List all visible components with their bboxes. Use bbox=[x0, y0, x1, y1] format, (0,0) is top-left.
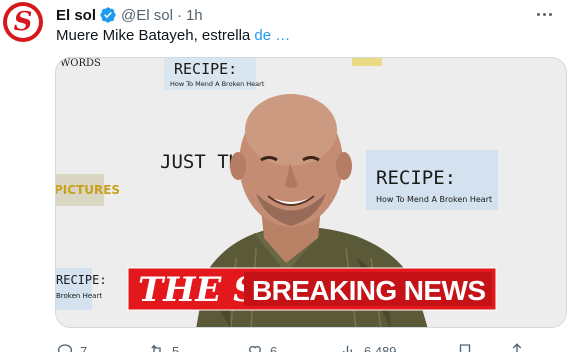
views-button[interactable]: 6.489 bbox=[340, 342, 397, 352]
tweet-actions: 7 5 6 6.489 bbox=[56, 342, 556, 352]
like-count: 6 bbox=[270, 343, 278, 352]
tweet-media-image[interactable]: WORDS RECIPE: How To Mend A Broken Heart… bbox=[55, 57, 567, 328]
bookmark-icon bbox=[459, 344, 471, 352]
backdrop-sign-subtitle-top: How To Mend A Broken Heart bbox=[170, 80, 265, 88]
backdrop-sign-recipe-top: RECIPE: bbox=[174, 60, 237, 78]
heart-icon bbox=[249, 345, 261, 352]
more-dot-icon bbox=[536, 12, 540, 16]
media-photo: WORDS RECIPE: How To Mend A Broken Heart… bbox=[56, 58, 566, 327]
account-handle[interactable]: @El sol bbox=[121, 7, 173, 24]
separator-dot: · bbox=[176, 6, 182, 24]
retweet-button[interactable]: 5 bbox=[148, 342, 179, 352]
reply-button[interactable]: 7 bbox=[56, 342, 87, 352]
tweet-timestamp[interactable]: 1h bbox=[186, 7, 203, 24]
views-count: 6.489 bbox=[364, 343, 397, 352]
backdrop-sign-subtitle-right: How To Mend A Broken Heart bbox=[376, 195, 492, 204]
backdrop-sign-recipe-right: RECIPE: bbox=[376, 167, 456, 189]
more-dot-icon bbox=[548, 12, 552, 16]
tweet-body: Muere Mike Batayeh, estrella bbox=[56, 27, 255, 44]
tweet-link[interactable]: de … bbox=[254, 27, 290, 44]
sun-logo-icon: S bbox=[7, 6, 39, 38]
tweet-text: Muere Mike Batayeh, estrella de … bbox=[56, 27, 290, 44]
more-dot-icon bbox=[542, 12, 546, 16]
account-avatar[interactable]: S bbox=[3, 2, 43, 42]
backdrop-sign-pictures: PICTURES bbox=[56, 183, 120, 197]
backdrop-sign-recipe-bottom: RECIPE: bbox=[56, 273, 107, 287]
more-options-button[interactable] bbox=[533, 3, 555, 25]
backdrop-sign-subtitle-bottom: Broken Heart bbox=[56, 292, 102, 300]
svg-text:WORDS: WORDS bbox=[60, 58, 101, 69]
retweet-count: 5 bbox=[172, 343, 180, 352]
share-icon bbox=[512, 343, 522, 352]
retweet-icon bbox=[151, 344, 161, 352]
share-button[interactable] bbox=[508, 342, 526, 352]
reply-count: 7 bbox=[80, 343, 88, 352]
verified-badge-icon[interactable] bbox=[99, 6, 117, 24]
banner-breaking-news: BREAKING NEWS bbox=[252, 275, 486, 306]
display-name[interactable]: El sol bbox=[56, 7, 96, 24]
tweet-header: El sol @El sol · 1h bbox=[56, 5, 203, 25]
bookmark-button[interactable] bbox=[456, 342, 474, 352]
reply-icon bbox=[57, 344, 73, 352]
like-button[interactable]: 6 bbox=[246, 342, 277, 352]
views-bar-chart-icon bbox=[343, 345, 352, 352]
